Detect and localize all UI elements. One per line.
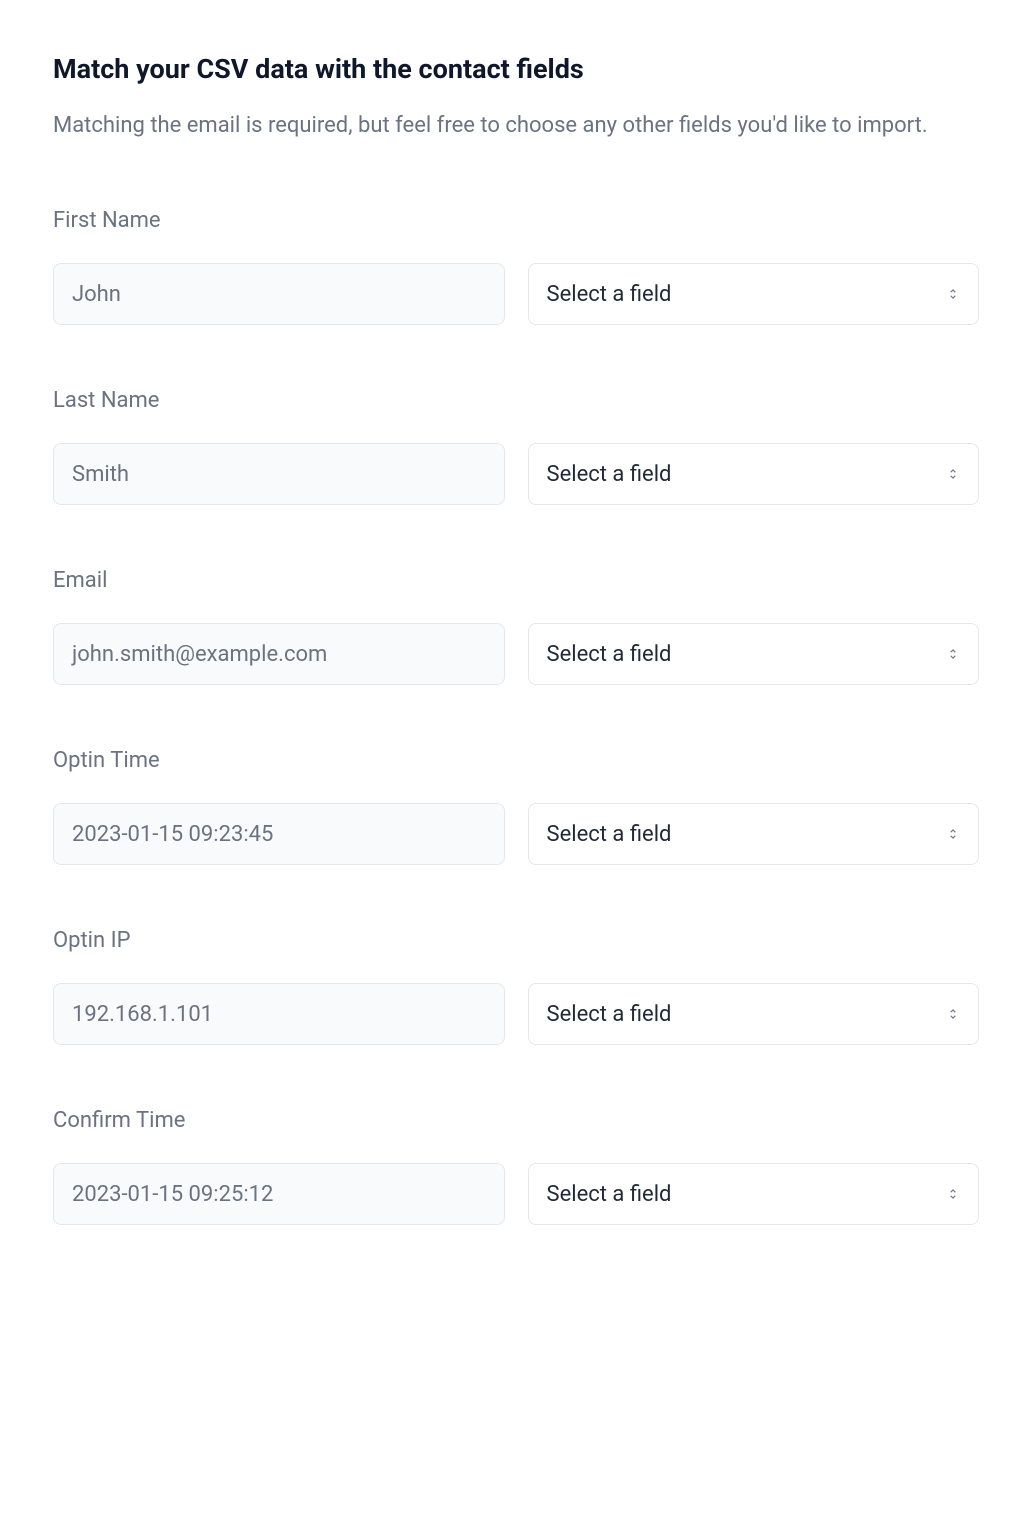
select-placeholder: Select a field: [547, 822, 672, 847]
csv-column-label: Email: [53, 568, 979, 593]
csv-sample-value: John: [53, 263, 505, 325]
field-select[interactable]: Select a field: [528, 983, 980, 1045]
chevron-up-down-icon: [946, 1007, 960, 1021]
csv-column-label: First Name: [53, 208, 979, 233]
chevron-up-down-icon: [946, 647, 960, 661]
csv-sample-value: john.smith@example.com: [53, 623, 505, 685]
csv-column-label: Optin Time: [53, 748, 979, 773]
csv-column-label: Confirm Time: [53, 1108, 979, 1133]
field-select[interactable]: Select a field: [528, 623, 980, 685]
csv-sample-value: 192.168.1.101: [53, 983, 505, 1045]
select-placeholder: Select a field: [547, 462, 672, 487]
field-mapping-row: Confirm Time 2023-01-15 09:25:12 Select …: [53, 1108, 979, 1225]
field-select[interactable]: Select a field: [528, 1163, 980, 1225]
field-mapping-row: Email john.smith@example.com Select a fi…: [53, 568, 979, 685]
field-select[interactable]: Select a field: [528, 263, 980, 325]
field-mapping-row: Last Name Smith Select a field: [53, 388, 979, 505]
csv-sample-value: 2023-01-15 09:25:12: [53, 1163, 505, 1225]
select-placeholder: Select a field: [547, 1002, 672, 1027]
chevron-up-down-icon: [946, 827, 960, 841]
field-mapping-row: Optin IP 192.168.1.101 Select a field: [53, 928, 979, 1045]
page-subtitle: Matching the email is required, but feel…: [53, 109, 979, 142]
page-title: Match your CSV data with the contact fie…: [53, 53, 979, 85]
chevron-up-down-icon: [946, 287, 960, 301]
field-mapping-row: First Name John Select a field: [53, 208, 979, 325]
field-select[interactable]: Select a field: [528, 443, 980, 505]
csv-sample-value: Smith: [53, 443, 505, 505]
field-mapping-row: Optin Time 2023-01-15 09:23:45 Select a …: [53, 748, 979, 865]
field-select[interactable]: Select a field: [528, 803, 980, 865]
select-placeholder: Select a field: [547, 1182, 672, 1207]
select-placeholder: Select a field: [547, 282, 672, 307]
select-placeholder: Select a field: [547, 642, 672, 667]
csv-column-label: Last Name: [53, 388, 979, 413]
csv-column-label: Optin IP: [53, 928, 979, 953]
chevron-up-down-icon: [946, 1187, 960, 1201]
chevron-up-down-icon: [946, 467, 960, 481]
csv-sample-value: 2023-01-15 09:23:45: [53, 803, 505, 865]
